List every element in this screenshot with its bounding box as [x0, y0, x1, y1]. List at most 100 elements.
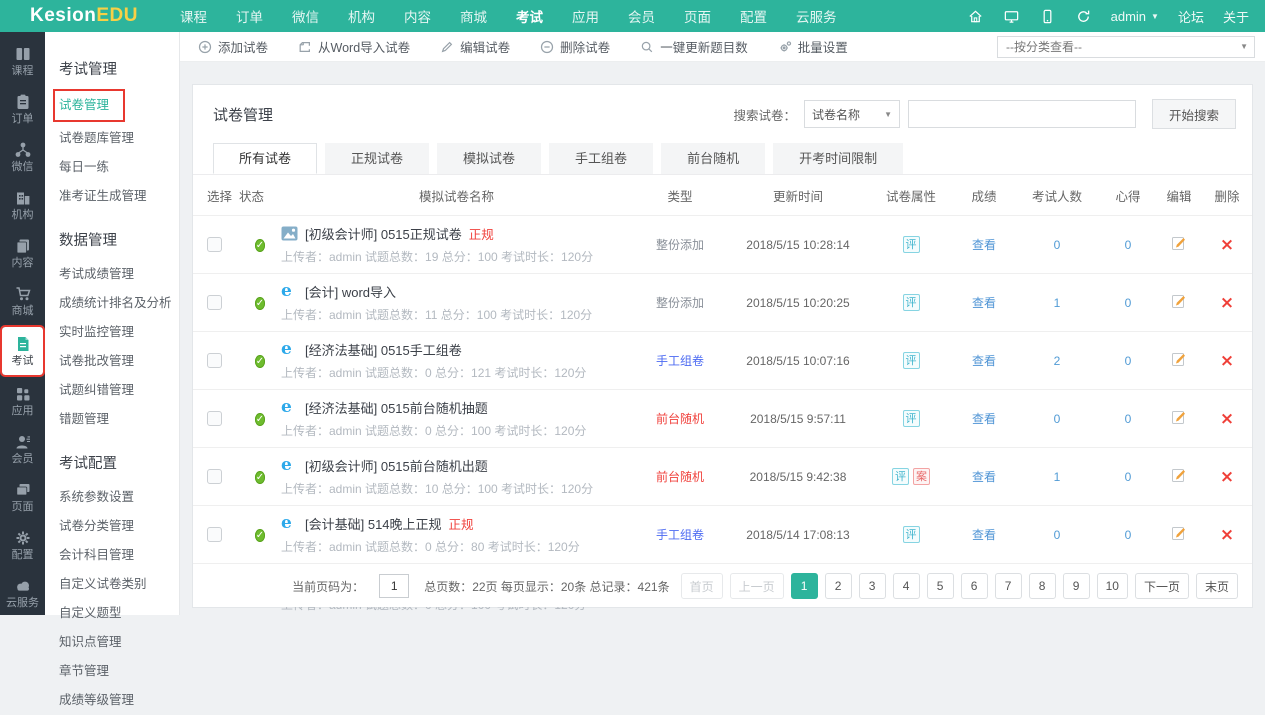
page-button-4[interactable]: 4 [892, 573, 920, 599]
tab-mock-papers[interactable]: 模拟试卷 [437, 143, 542, 174]
examinee-count[interactable]: 0 [1014, 412, 1100, 426]
sidebar-item-paper-categories[interactable]: 试卷分类管理 [59, 512, 179, 541]
sidebar-item-paper-grading[interactable]: 试卷批改管理 [59, 347, 179, 376]
edit-icon[interactable] [1171, 293, 1187, 309]
page-button-3[interactable]: 3 [858, 573, 886, 599]
search-button[interactable]: 开始搜索 [1152, 99, 1236, 129]
page-button-2[interactable]: 2 [824, 573, 852, 599]
review-badge[interactable]: 评 [902, 410, 920, 427]
paper-title[interactable]: [经济法基础] 0515前台随机抽题 [305, 398, 488, 417]
sidebar-item-score-management[interactable]: 考试成绩管理 [59, 260, 179, 289]
notes-count[interactable]: 0 [1100, 354, 1156, 368]
rail-item-content[interactable]: 内容 [0, 229, 45, 277]
delete-icon[interactable]: × [1220, 525, 1234, 545]
home-icon[interactable] [967, 8, 984, 25]
edit-icon[interactable] [1171, 235, 1187, 251]
page-button-5[interactable]: 5 [926, 573, 954, 599]
edit-icon[interactable] [1171, 351, 1187, 367]
row-checkbox[interactable] [207, 469, 222, 484]
batch-settings-button[interactable]: 批量设置 [778, 37, 848, 56]
sidebar-item-error-correction[interactable]: 试题纠错管理 [59, 376, 179, 405]
sidebar-item-paper-management[interactable]: 试卷管理 [59, 91, 109, 120]
row-checkbox[interactable] [207, 527, 222, 542]
notes-count[interactable]: 0 [1100, 296, 1156, 310]
search-input[interactable] [908, 100, 1136, 128]
rail-item-pages[interactable]: 页面 [0, 473, 45, 521]
first-page-button[interactable]: 首页 [680, 573, 723, 599]
topnav-exam[interactable]: 考试 [516, 6, 543, 26]
rail-item-exam[interactable]: 考试 [0, 325, 45, 377]
sidebar-item-chapters[interactable]: 章节管理 [59, 657, 179, 686]
admin-menu[interactable]: admin ▼ [1111, 9, 1159, 24]
topnav-settings[interactable]: 配置 [740, 6, 767, 26]
sidebar-item-daily-practice[interactable]: 每日一练 [59, 153, 179, 182]
delete-paper-button[interactable]: 删除试卷 [540, 37, 610, 56]
topnav-orders[interactable]: 订单 [236, 6, 263, 26]
topnav-cloud[interactable]: 云服务 [796, 6, 837, 26]
delete-icon[interactable]: × [1220, 235, 1234, 255]
tab-all-papers[interactable]: 所有试卷 [213, 143, 318, 174]
paper-title[interactable]: [会计基础] 514晚上正规 [305, 514, 442, 533]
sidebar-item-score-analysis[interactable]: 成绩统计排名及分析 [59, 289, 179, 318]
next-page-button[interactable]: 下一页 [1134, 573, 1189, 599]
rail-item-organization[interactable]: 机构 [0, 181, 45, 229]
topnav-members[interactable]: 会员 [628, 6, 655, 26]
row-checkbox[interactable] [207, 237, 222, 252]
view-score-link[interactable]: 查看 [972, 354, 996, 368]
view-score-link[interactable]: 查看 [972, 296, 996, 310]
view-score-link[interactable]: 查看 [972, 528, 996, 542]
sidebar-item-accounting-subjects[interactable]: 会计科目管理 [59, 541, 179, 570]
category-filter-select[interactable]: --按分类查看-- ▼ [997, 35, 1255, 58]
view-score-link[interactable]: 查看 [972, 412, 996, 426]
topnav-organization[interactable]: 机构 [348, 6, 375, 26]
rail-item-settings[interactable]: 配置 [0, 521, 45, 569]
review-badge[interactable]: 评 [902, 236, 920, 253]
import-word-button[interactable]: 从Word导入试卷 [298, 37, 410, 56]
sidebar-item-admission-ticket[interactable]: 准考证生成管理 [59, 182, 179, 211]
rail-item-mall[interactable]: 商城 [0, 277, 45, 325]
examinee-count[interactable]: 0 [1014, 528, 1100, 542]
add-paper-button[interactable]: 添加试卷 [198, 37, 268, 56]
page-button-1[interactable]: 1 [790, 573, 818, 599]
view-score-link[interactable]: 查看 [972, 238, 996, 252]
examinee-count[interactable]: 1 [1014, 470, 1100, 484]
sidebar-item-question-bank[interactable]: 试卷题库管理 [59, 124, 179, 153]
tab-frontend-random[interactable]: 前台随机 [661, 143, 766, 174]
review-badge[interactable]: 评 [902, 294, 920, 311]
search-field-select[interactable]: 试卷名称 ▼ [804, 100, 900, 128]
sidebar-item-knowledge-points[interactable]: 知识点管理 [59, 628, 179, 657]
topnav-pages[interactable]: 页面 [684, 6, 711, 26]
examinee-count[interactable]: 0 [1014, 238, 1100, 252]
sidebar-item-grade-levels[interactable]: 成绩等级管理 [59, 686, 179, 715]
row-checkbox[interactable] [207, 295, 222, 310]
refresh-icon[interactable] [1075, 8, 1092, 25]
topnav-mall[interactable]: 商城 [460, 6, 487, 26]
rail-item-cloud[interactable]: 云服务 [0, 569, 45, 617]
edit-icon[interactable] [1171, 525, 1187, 541]
rail-item-courses[interactable]: 课程 [0, 37, 45, 85]
paper-title[interactable]: [经济法基础] 0515手工组卷 [305, 340, 462, 359]
forum-link[interactable]: 论坛 [1178, 7, 1204, 26]
update-count-button[interactable]: 一键更新题目数 [640, 37, 748, 56]
sidebar-item-custom-question-types[interactable]: 自定义题型 [59, 599, 179, 628]
page-button-6[interactable]: 6 [960, 573, 988, 599]
rail-item-apps[interactable]: 应用 [0, 377, 45, 425]
delete-icon[interactable]: × [1220, 409, 1234, 429]
tab-time-limit[interactable]: 开考时间限制 [773, 143, 904, 174]
last-page-button[interactable]: 末页 [1195, 573, 1238, 599]
mobile-icon[interactable] [1039, 8, 1056, 25]
delete-icon[interactable]: × [1220, 351, 1234, 371]
case-badge[interactable]: 案 [913, 468, 930, 485]
page-button-10[interactable]: 10 [1096, 573, 1128, 599]
review-badge[interactable]: 评 [902, 526, 920, 543]
delete-icon[interactable]: × [1220, 467, 1234, 487]
edit-paper-button[interactable]: 编辑试卷 [440, 37, 510, 56]
edit-icon[interactable] [1171, 409, 1187, 425]
delete-icon[interactable]: × [1220, 293, 1234, 313]
rail-item-orders[interactable]: 订单 [0, 85, 45, 133]
notes-count[interactable]: 0 [1100, 238, 1156, 252]
topnav-courses[interactable]: 课程 [180, 6, 207, 26]
sidebar-item-system-params[interactable]: 系统参数设置 [59, 483, 179, 512]
current-page-input[interactable] [379, 574, 410, 598]
view-score-link[interactable]: 查看 [972, 470, 996, 484]
